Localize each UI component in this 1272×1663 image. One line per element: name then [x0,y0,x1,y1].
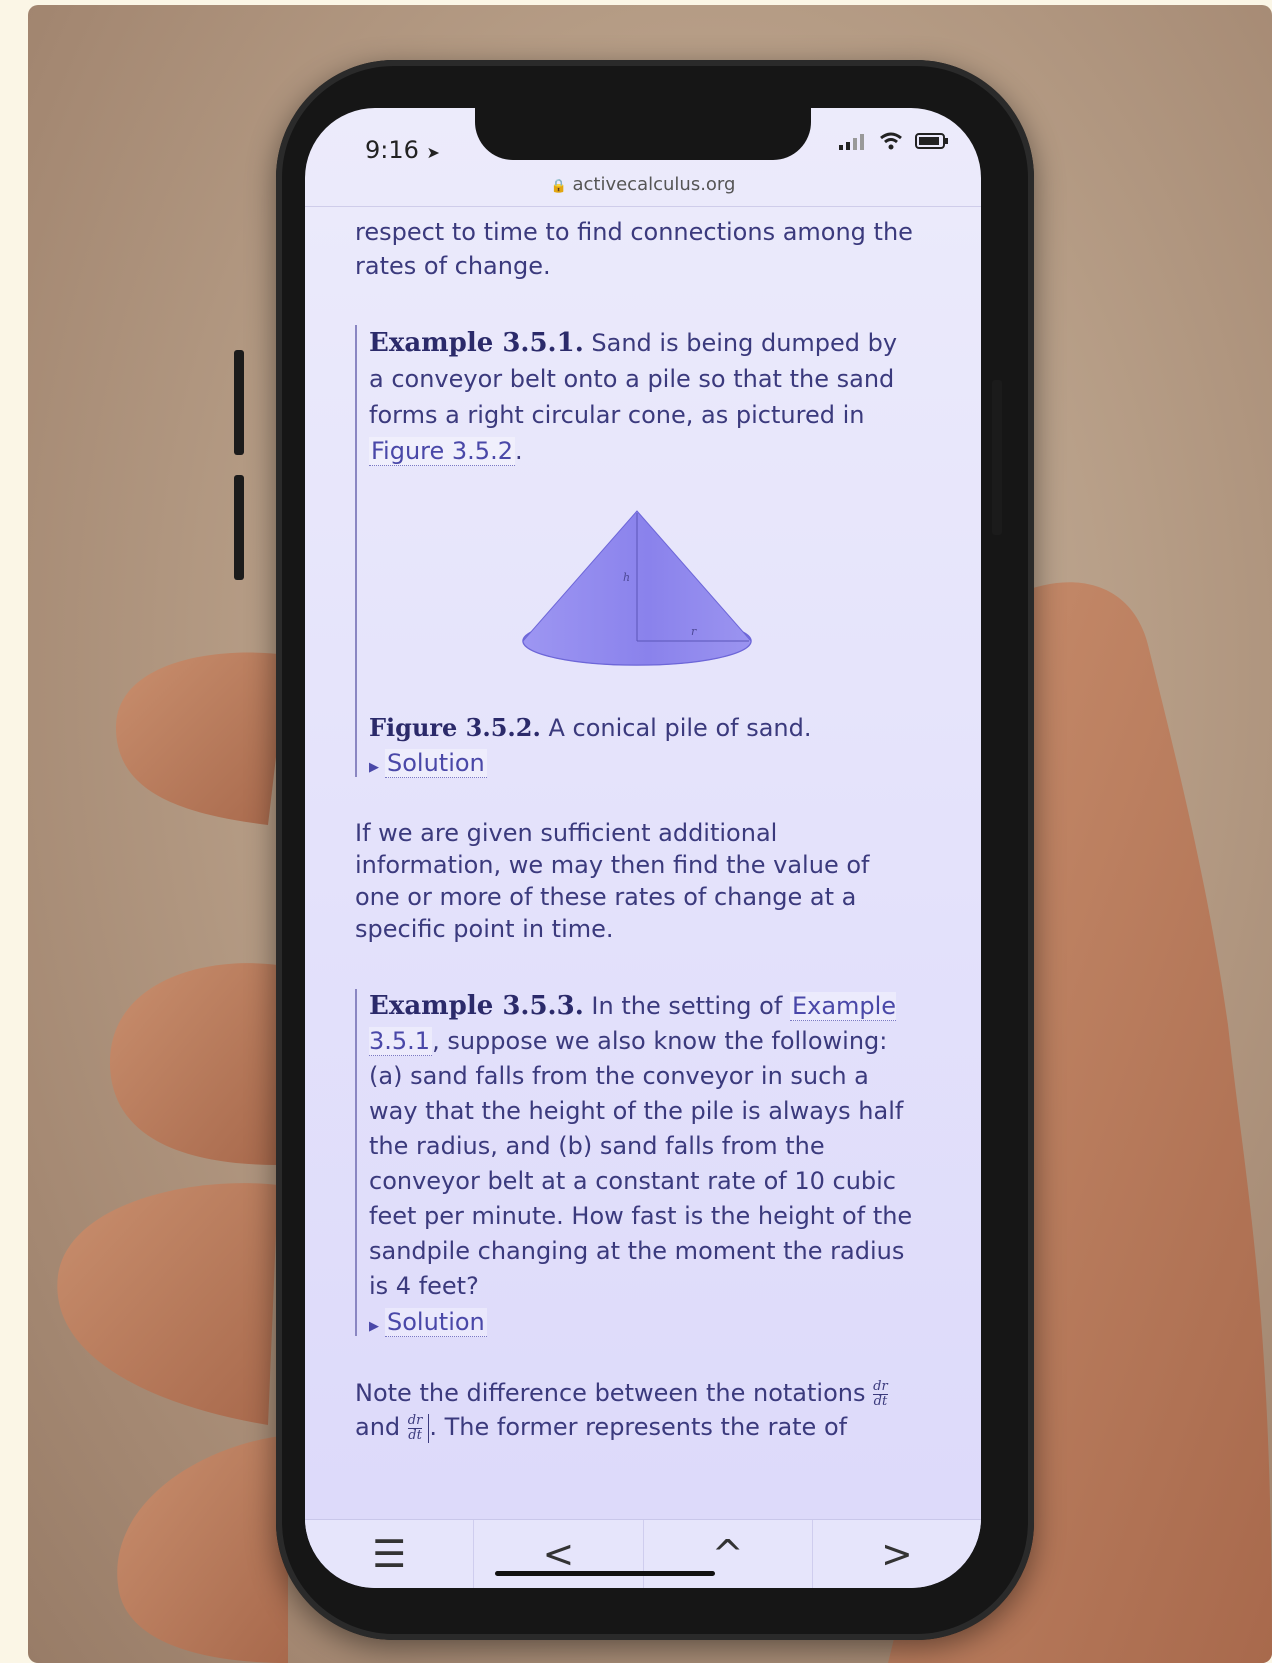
menu-button[interactable]: ☰ [305,1520,473,1588]
status-icons [839,132,949,150]
notch [475,108,811,160]
location-icon: ➤ [426,143,440,162]
url-text: activecalculus.org [572,174,736,195]
signal-icon [839,134,864,150]
solution-label: Solution [385,749,487,778]
example-title: Example 3.5.3. [369,991,584,1021]
finger-2 [109,963,278,1165]
home-indicator [495,1571,715,1576]
status-time: 9:16 ➤ [365,136,440,164]
intro-text: respect to time to find connections amon… [355,218,913,280]
paragraph-2: If we are given sufficient additional in… [355,819,870,943]
finger-4 [117,1435,288,1663]
note-paragraph: Note the difference between the notation… [355,1378,888,1443]
figure-caption: Figure 3.5.2. A conical pile of sand. [369,711,915,745]
side-button-right [992,380,1002,535]
example-text-continued: , suppose we also know the following: (a… [369,1027,913,1300]
article-content: respect to time to find connections amon… [355,213,915,1444]
previous-button[interactable]: < [473,1520,642,1588]
height-label: h [623,571,630,584]
lock-icon: 🔒 [550,179,567,194]
figure-caption-text: A conical pile of sand. [548,714,812,742]
menu-icon: ☰ [372,1532,407,1576]
side-button-left-1 [234,350,244,455]
bottom-toolbar: ☰ < ^ > [305,1519,981,1588]
chevron-up-icon: ^ [711,1532,744,1576]
example-text: In the setting of [591,992,783,1020]
chevron-right-icon: > [880,1532,913,1576]
divider [305,206,981,207]
solution-toggle-2[interactable]: ▶ Solution [369,1308,915,1337]
figure-link[interactable]: Figure 3.5.2 [369,437,515,466]
fraction-dr-dt: dr dt [873,1378,888,1409]
finger-3 [57,1183,279,1425]
wifi-icon [880,132,902,150]
expand-triangle-icon: ▶ [369,760,379,775]
expand-triangle-icon: ▶ [369,1319,379,1334]
next-button[interactable]: > [811,1520,981,1588]
example-title: Example 3.5.1. [369,328,584,358]
fraction-dr-dt-evaluated: dr dt [407,1413,430,1443]
address-bar[interactable]: 🔒 activecalculus.org [305,174,981,195]
side-button-left-2 [234,475,244,580]
solution-toggle-1[interactable]: ▶ Solution [369,749,915,778]
chevron-left-icon: < [542,1532,575,1576]
example-3-5-1: Example 3.5.1. Sand is being dumped by a… [355,325,915,778]
example-3-5-3: Example 3.5.3. In the setting of Example… [355,989,915,1337]
figure-label: Figure 3.5.2. [369,713,541,742]
radius-label: r [691,625,697,638]
up-button[interactable]: ^ [642,1520,812,1588]
solution-label: Solution [385,1308,487,1337]
cone-figure: h r [522,510,752,666]
finger-1 [115,652,289,825]
battery-icon [915,133,948,149]
phone-screen: 9:16 ➤ 🔒 activecalculus.org respect to t… [305,108,981,1588]
